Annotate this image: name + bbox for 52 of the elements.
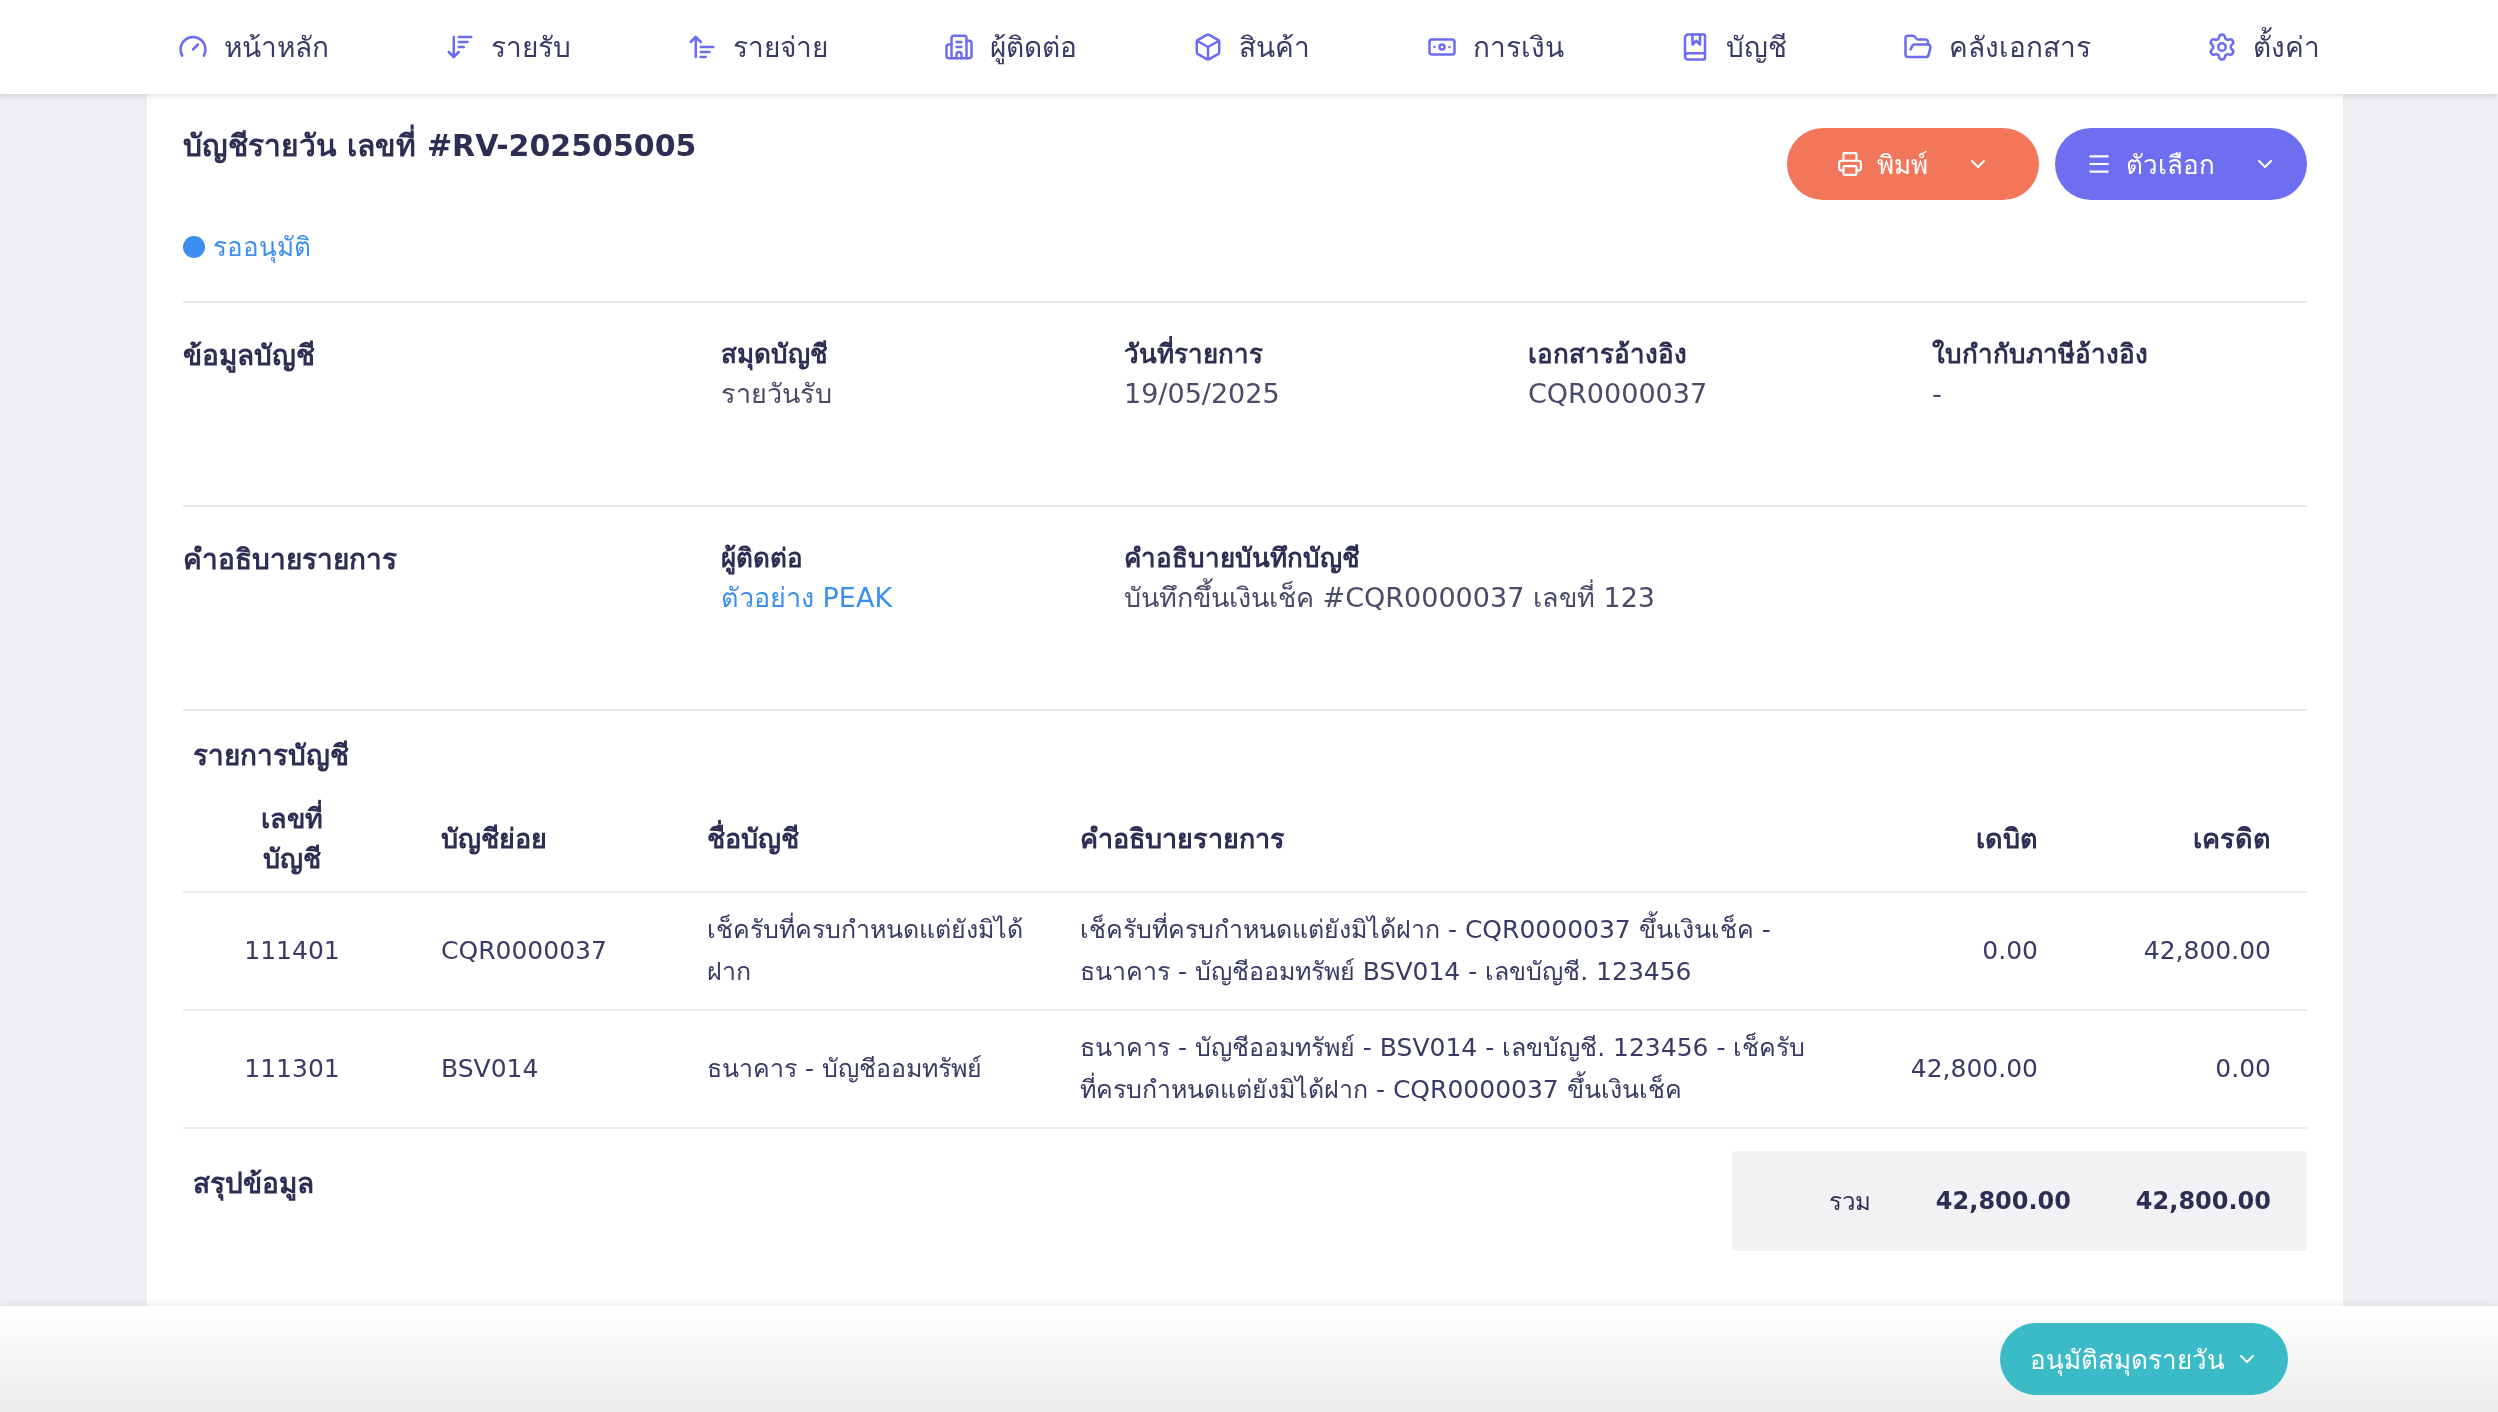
field-label: เอกสารอ้างอิง xyxy=(1528,338,1687,371)
field-label: ผู้ติดต่อ xyxy=(721,542,803,577)
section-title: สรุปข้อมูล xyxy=(193,1166,314,1203)
nav-item[interactable]: บัญชี xyxy=(1679,25,1787,69)
nav-item[interactable]: ตั้งค่า xyxy=(2206,25,2320,69)
page-title: บัญชีรายวัน เลขที่ #RV-202505005 xyxy=(183,122,697,169)
options-button[interactable]: ตัวเลือก xyxy=(2055,128,2307,200)
section-title: ข้อมูลบัญชี xyxy=(183,338,316,375)
field-label: คำอธิบายบันทึกบัญชี xyxy=(1124,542,1360,576)
column-header: ชื่อบัญชี xyxy=(707,787,1080,892)
section-title: รายการบัญชี xyxy=(193,738,350,774)
section-title: คำอธิบายรายการ xyxy=(183,542,398,578)
table-cell: 111301 xyxy=(183,1010,441,1128)
column-header: บัญชีย่อย xyxy=(441,787,707,892)
total-label: รวม xyxy=(1828,1186,1872,1218)
nav-item[interactable]: ผู้ติดต่อ xyxy=(944,25,1078,69)
column-header: เลขที่ บัญชี xyxy=(183,787,441,892)
field-label: ใบกำกับภาษีอ้างอิง xyxy=(1932,338,2148,371)
nav-item[interactable]: การเงิน xyxy=(1426,25,1564,69)
table-cell: เช็ครับที่ครบกำหนดแต่ยังมิได้ฝาก - CQR0000037 ขึ้นเงินเช็ค - ธนาคาร - บัญชีออมทรัพย์ BSV014 - เลขบัญชี. 123456 xyxy=(1080,892,1838,1010)
table-cell: BSV014 xyxy=(441,1010,707,1128)
printer-icon xyxy=(1836,151,1863,177)
nav-item[interactable]: รายรับ xyxy=(445,25,572,69)
column-header: เครดิต xyxy=(2038,787,2307,892)
table-cell: 0.00 xyxy=(1838,892,2038,1010)
table-cell: ธนาคาร - บัญชีออมทรัพย์ - BSV014 - เลขบัญชี. 123456 - เช็ครับที่ครบกำหนดแต่ยังมิได้ฝาก - CQR0000037 ขึ้นเงินเช็ค xyxy=(1080,1010,1838,1128)
table-cell: ธนาคาร - บัญชีออมทรัพย์ xyxy=(707,1010,1080,1128)
nav-item[interactable]: หน้าหลัก xyxy=(178,25,330,69)
table-cell: 0.00 xyxy=(2038,1010,2307,1128)
table-cell: 42,800.00 xyxy=(1838,1010,2038,1128)
field-value: 19/05/2025 xyxy=(1124,377,1280,411)
box-icon xyxy=(1193,32,1224,62)
column-header: คำอธิบายรายการ xyxy=(1080,787,1838,892)
table-cell: 111401 xyxy=(183,892,441,1010)
nav-item[interactable]: สินค้า xyxy=(1193,25,1311,69)
column-header: เดบิต xyxy=(1838,787,2038,892)
status-text: รออนุมัติ xyxy=(213,231,311,265)
field-value: CQR0000037 xyxy=(1528,377,1708,411)
total-credit: 42,800.00 xyxy=(2134,1187,2272,1215)
field-value: บันทึกขึ้นเงินเช็ค #CQR0000037 เลขที่ 123 xyxy=(1124,578,1656,618)
total-debit: 42,800.00 xyxy=(1934,1187,2072,1215)
building-icon xyxy=(944,32,975,62)
field-label: วันที่รายการ xyxy=(1124,333,1263,374)
table-cell: 42,800.00 xyxy=(2038,892,2307,1010)
settings-icon xyxy=(2206,32,2237,62)
field-label: สมุดบัญชี xyxy=(721,338,828,373)
nav-item[interactable]: รายจ่าย xyxy=(687,25,829,69)
table-cell: CQR0000037 xyxy=(441,892,707,1010)
field-value: รายวันรับ xyxy=(721,377,832,411)
field-value: - xyxy=(1932,377,1942,411)
nav-item[interactable]: คลังเอกสาร xyxy=(1902,25,2091,69)
table-cell: เช็ครับที่ครบกำหนดแต่ยังมิได้ฝาก xyxy=(707,892,1080,1010)
